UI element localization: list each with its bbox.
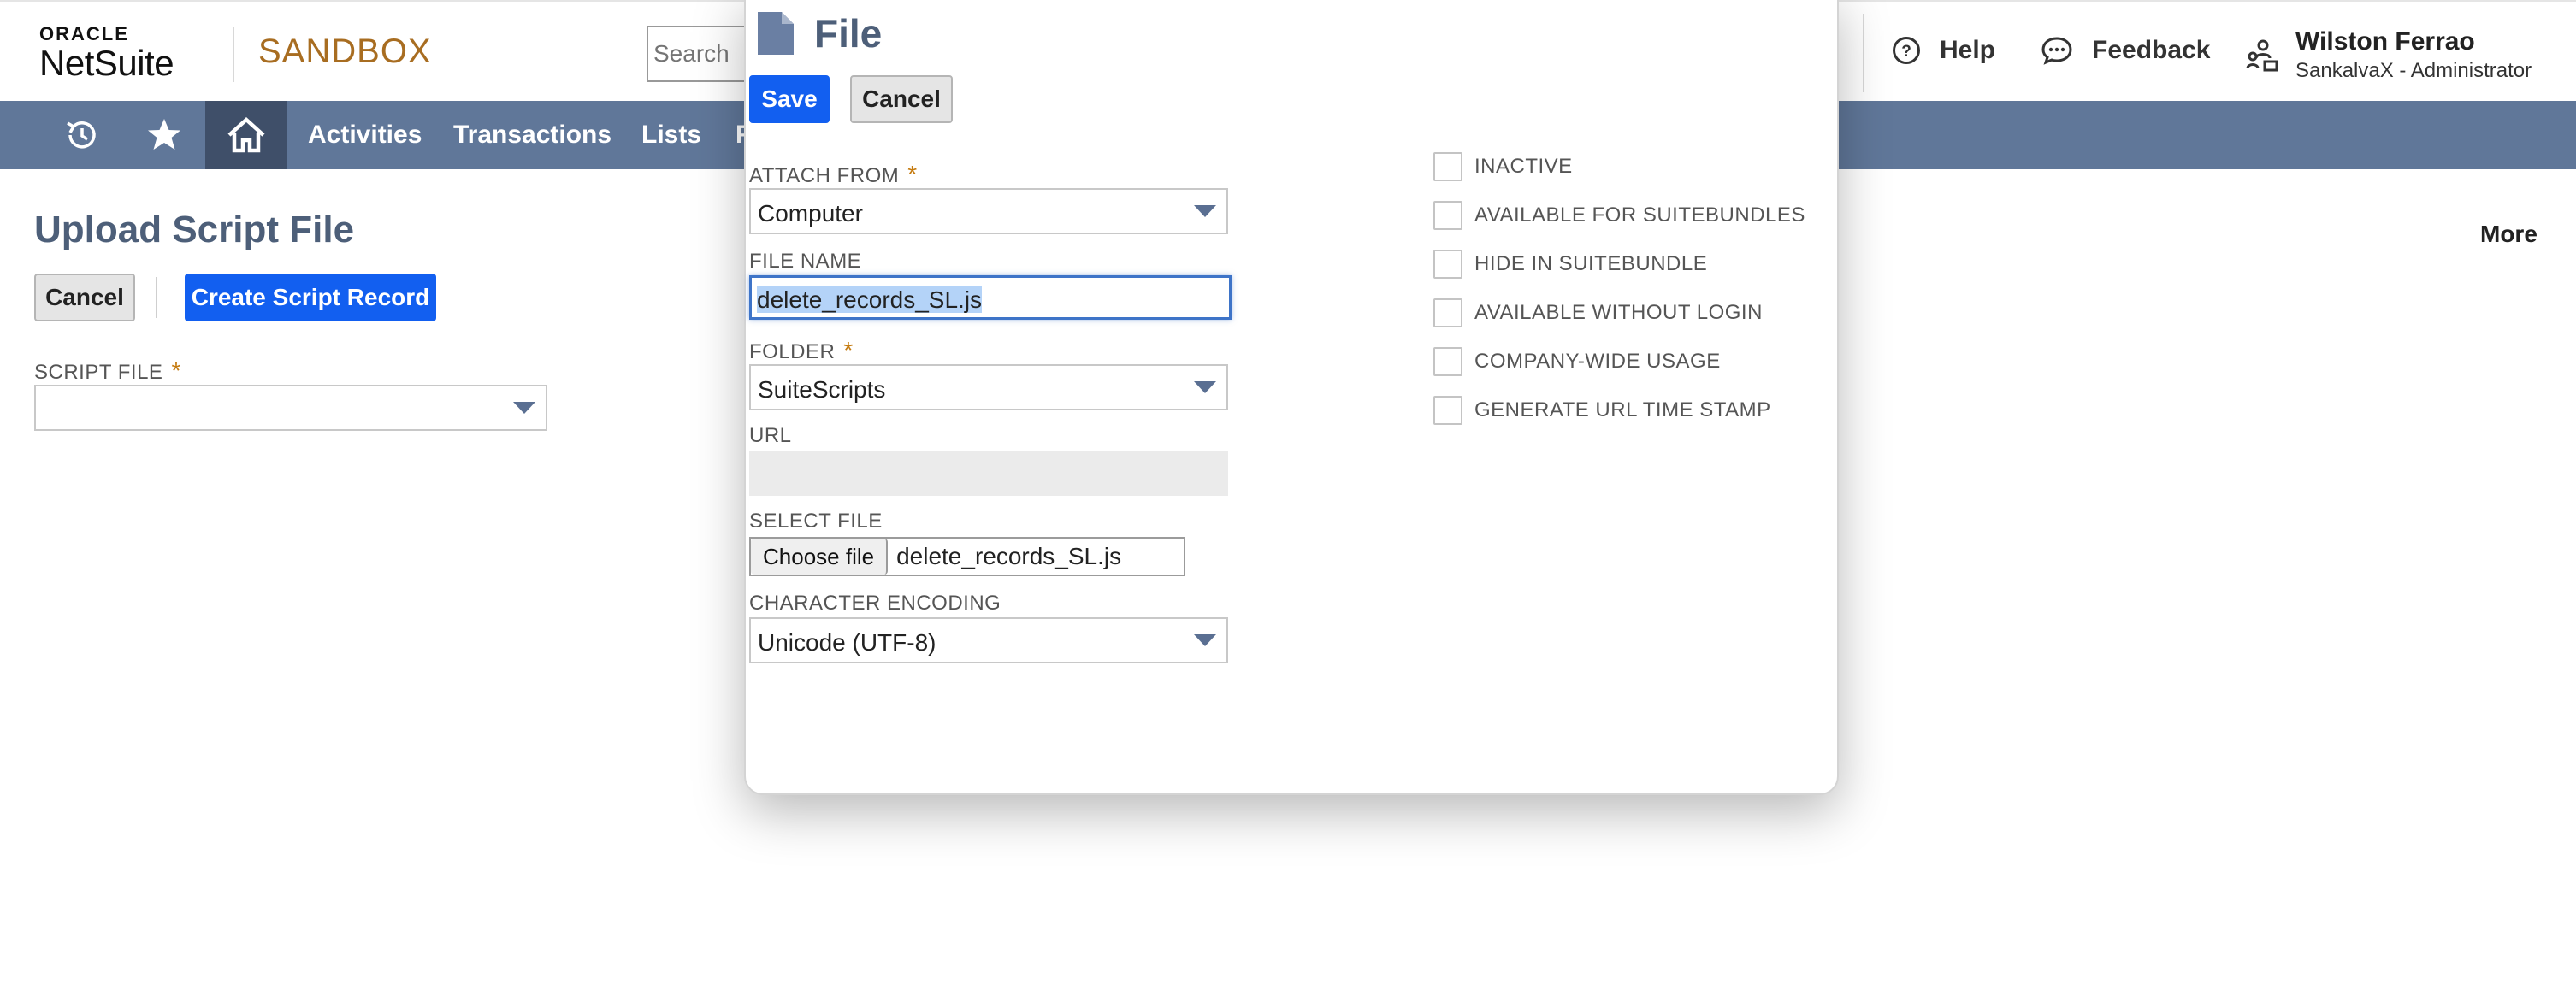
choose-file-button[interactable]: Choose file <box>751 539 889 575</box>
feedback-link[interactable]: Feedback <box>2041 36 2210 65</box>
help-link[interactable]: ? Help <box>1892 36 1995 65</box>
encoding-value: Unicode (UTF-8) <box>758 629 936 656</box>
hide-in-suitebundle-label: HIDE IN SUITEBUNDLE <box>1474 252 1708 275</box>
page-cancel-button[interactable]: Cancel <box>34 274 135 321</box>
environment-label: SANDBOX <box>258 32 432 70</box>
user-roles-icon <box>2246 39 2278 72</box>
chosen-file-name: delete_records_SL.js <box>896 543 1122 569</box>
required-marker: * <box>843 337 854 363</box>
nav-transactions[interactable]: Transactions <box>453 101 612 169</box>
more-menu[interactable]: More <box>2480 221 2538 248</box>
script-file-select[interactable] <box>34 385 547 431</box>
inactive-checkbox-label: INACTIVE <box>1474 155 1573 178</box>
dropdown-arrow-icon[interactable] <box>513 402 535 414</box>
hide-in-suitebundle-checkbox[interactable] <box>1433 250 1462 279</box>
dialog-title: File <box>814 11 883 56</box>
svg-text:?: ? <box>1901 43 1911 61</box>
available-without-login-row[interactable]: AVAILABLE WITHOUT LOGIN <box>1433 298 1763 327</box>
generate-url-timestamp-label: GENERATE URL TIME STAMP <box>1474 398 1771 421</box>
logo-oracle-text: ORACLE <box>39 23 129 44</box>
header-divider <box>1863 14 1864 92</box>
folder-value: SuiteScripts <box>758 376 886 403</box>
dropdown-arrow-icon[interactable] <box>1194 634 1216 646</box>
feedback-icon <box>2041 37 2072 65</box>
home-icon <box>227 116 265 153</box>
user-name: Wilston Ferrao <box>2295 27 2475 56</box>
file-name-input[interactable]: delete_records_SL.js <box>749 275 1232 320</box>
recent-records-button[interactable] <box>41 101 123 169</box>
file-picker[interactable]: Choose file delete_records_SL.js <box>749 537 1185 576</box>
hide-in-suitebundle-row[interactable]: HIDE IN SUITEBUNDLE <box>1433 250 1707 279</box>
logo-netsuite-text: NetSuite <box>39 43 174 83</box>
file-name-label: FILE NAME <box>749 250 862 273</box>
recent-history-icon <box>67 121 96 149</box>
available-for-suitebundles-label: AVAILABLE FOR SUITEBUNDLES <box>1474 203 1805 227</box>
folder-select[interactable]: SuiteScripts <box>749 364 1228 410</box>
nav-activities[interactable]: Activities <box>308 101 422 169</box>
inactive-checkbox-row[interactable]: INACTIVE <box>1433 152 1573 181</box>
company-wide-usage-checkbox[interactable] <box>1433 347 1462 376</box>
page-title: Upload Script File <box>34 209 355 250</box>
inactive-checkbox[interactable] <box>1433 152 1462 181</box>
attach-from-value: Computer <box>758 200 863 227</box>
required-marker: * <box>907 161 918 187</box>
attach-from-select[interactable]: Computer <box>749 188 1228 234</box>
company-wide-usage-row[interactable]: COMPANY-WIDE USAGE <box>1433 347 1721 376</box>
file-dialog: File Save Cancel ATTACH FROM * Computer F… <box>744 0 1839 795</box>
script-file-label-text: SCRIPT FILE <box>34 361 163 384</box>
nav-lists[interactable]: Lists <box>641 101 701 169</box>
attach-from-label-text: ATTACH FROM <box>749 164 900 187</box>
dropdown-arrow-icon[interactable] <box>1194 205 1216 217</box>
required-marker: * <box>171 357 181 384</box>
encoding-label: CHARACTER ENCODING <box>749 592 1001 615</box>
help-label: Help <box>1940 36 1996 64</box>
suitebundles-checkbox-row[interactable]: AVAILABLE FOR SUITEBUNDLES <box>1433 201 1805 230</box>
dialog-cancel-button[interactable]: Cancel <box>850 75 953 123</box>
dialog-save-button[interactable]: Save <box>749 75 830 123</box>
available-without-login-label: AVAILABLE WITHOUT LOGIN <box>1474 301 1763 324</box>
logo-divider <box>233 27 234 82</box>
script-file-label: SCRIPT FILE * <box>34 357 181 385</box>
dropdown-arrow-icon[interactable] <box>1194 381 1216 393</box>
select-file-label: SELECT FILE <box>749 510 883 533</box>
folder-label: FOLDER * <box>749 337 854 364</box>
attach-from-label: ATTACH FROM * <box>749 161 918 188</box>
available-for-suitebundles-checkbox[interactable] <box>1433 201 1462 230</box>
button-separator <box>156 277 157 318</box>
home-button[interactable] <box>205 101 287 169</box>
generate-url-timestamp-row[interactable]: GENERATE URL TIME STAMP <box>1433 396 1771 425</box>
dialog-header: File <box>756 10 882 56</box>
encoding-select[interactable]: Unicode (UTF-8) <box>749 617 1228 663</box>
feedback-label: Feedback <box>2092 36 2211 64</box>
create-script-record-button[interactable]: Create Script Record <box>185 274 436 321</box>
star-icon <box>148 119 180 150</box>
company-wide-usage-label: COMPANY-WIDE USAGE <box>1474 350 1721 373</box>
shortcuts-button[interactable] <box>123 101 205 169</box>
generate-url-timestamp-checkbox[interactable] <box>1433 396 1462 425</box>
file-name-value: delete_records_SL.js <box>757 286 983 313</box>
available-without-login-checkbox[interactable] <box>1433 298 1462 327</box>
file-icon <box>758 12 794 55</box>
url-label: URL <box>749 424 792 447</box>
user-menu[interactable]: Wilston Ferrao SankalvaX - Administrator <box>2246 26 2532 84</box>
url-field <box>749 451 1228 496</box>
netsuite-logo[interactable]: ORACLE NetSuite <box>39 24 174 82</box>
user-role: SankalvaX - Administrator <box>2295 59 2532 82</box>
folder-label-text: FOLDER <box>749 340 836 363</box>
help-icon: ? <box>1893 37 1920 64</box>
